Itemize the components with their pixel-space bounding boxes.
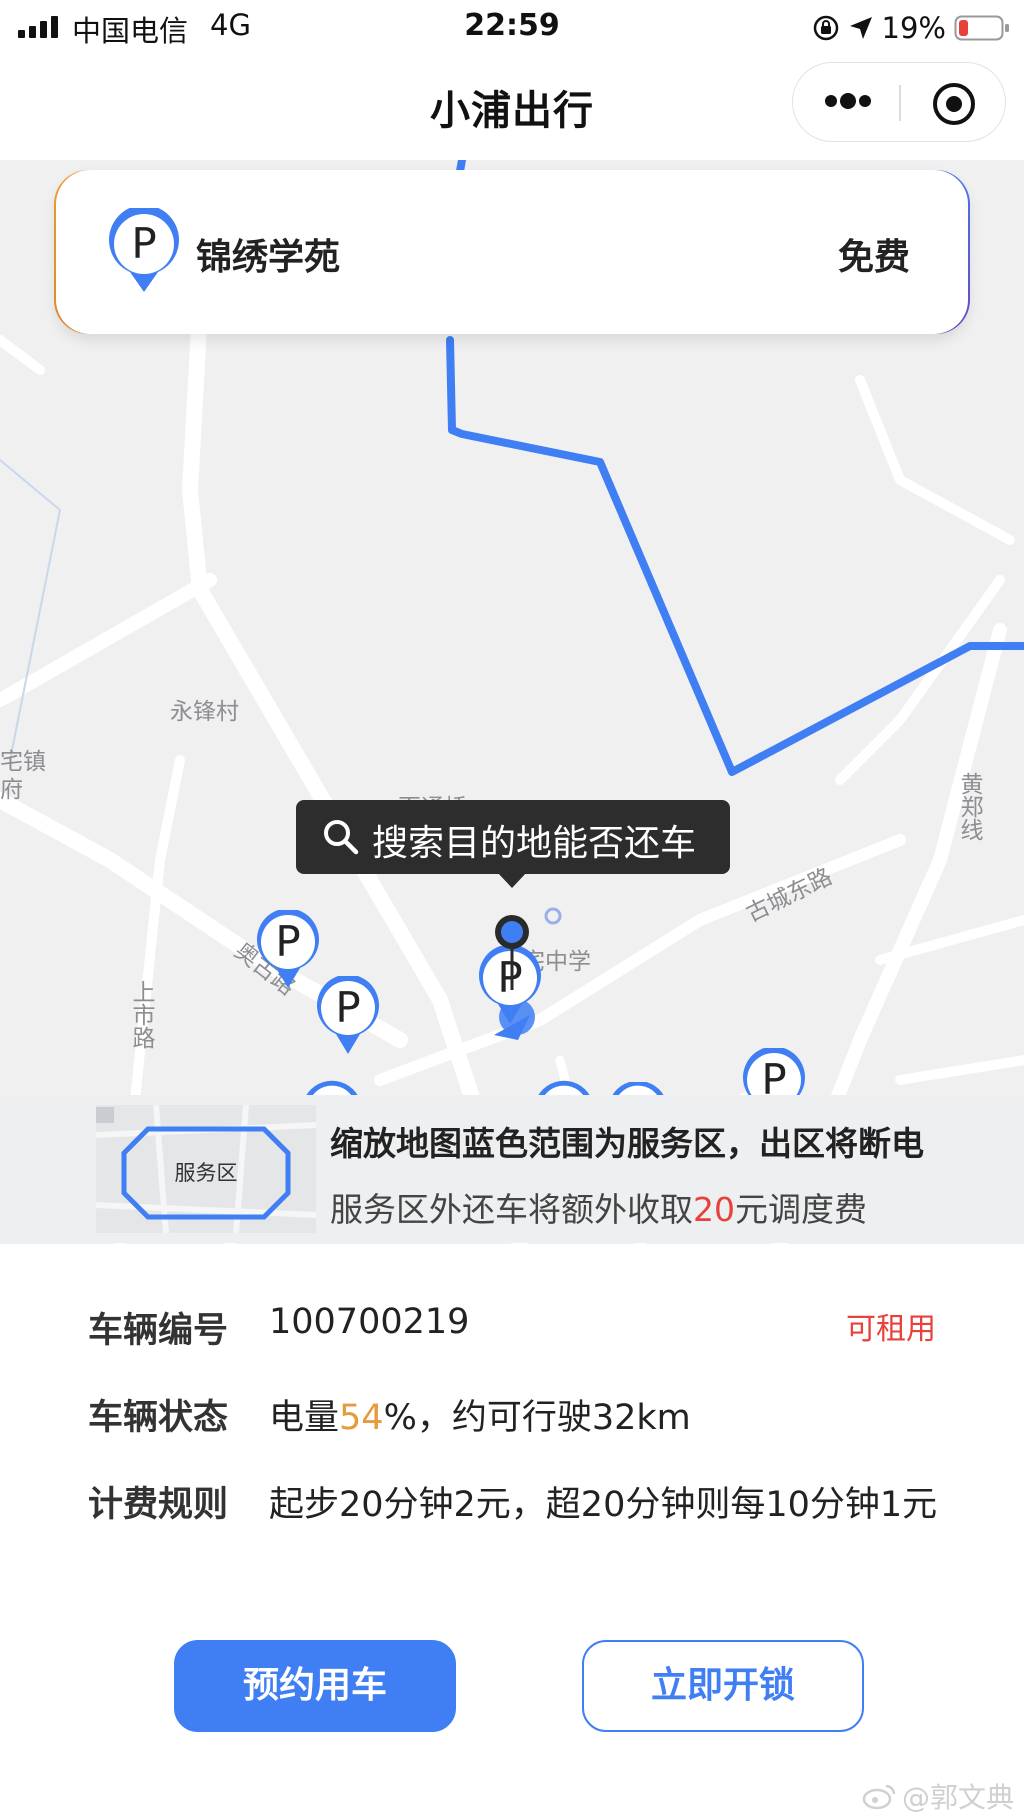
fee-notice-suffix: 元调度费 — [735, 1190, 867, 1229]
location-arrow-icon — [849, 17, 872, 39]
status-bar: 中国电信 4G 22:59 19% — [0, 0, 1024, 56]
unlock-button[interactable]: 立即开锁 — [582, 1640, 864, 1732]
pin-letter: P — [275, 917, 301, 966]
pricing-rules-value: 起步20分钟2元，超20分钟则每10分钟1元 — [269, 1485, 938, 1525]
tooltip-arrow — [497, 872, 527, 888]
battery-prefix: 电量 — [269, 1398, 340, 1438]
svg-text:P: P — [131, 219, 156, 268]
vehicle-status-value: 电量54%，约可行驶32km — [269, 1389, 691, 1440]
capsule-divider — [899, 85, 901, 121]
battery-low-icon — [954, 15, 1009, 41]
battery-level: 54 — [339, 1398, 384, 1438]
tooltip-label: 搜索目的地能否还车 — [372, 823, 697, 864]
range-text: %，约可行驶32km — [383, 1398, 691, 1438]
fee-amount: 20 — [693, 1190, 735, 1229]
map-view[interactable]: 永锋村 宅镇 府 百通桥 宅中学 古城东路 黄郑线 上市路 奥古路 搜索目的地能… — [0, 160, 1024, 1244]
nav-bar: 小浦出行 — [0, 56, 1024, 160]
vehicle-id-value: 100700219 — [269, 1302, 470, 1342]
service-area-notice: 缩放地图蓝色范围为服务区，出区将断电 — [330, 1124, 924, 1163]
parking-spot-name: 锦绣学苑 — [196, 237, 341, 278]
battery-percent: 19% — [881, 11, 946, 45]
pricing-rules-row: 计费规则 起步20分钟2元，超20分钟则每10分钟1元 — [88, 1476, 938, 1525]
pin-letter: P — [335, 983, 361, 1032]
parking-pin[interactable]: P — [256, 910, 320, 990]
search-icon — [324, 820, 359, 855]
vehicle-status-label: 车辆状态 — [88, 1398, 229, 1438]
user-location-marker — [495, 915, 529, 990]
map-label-village: 永锋村 — [170, 699, 239, 725]
map-label-shangshi-road: 上市路 — [128, 980, 154, 1049]
pricing-rules-label: 计费规则 — [88, 1485, 229, 1525]
out-of-area-fee-notice: 服务区外还车将额外收取20元调度费 — [330, 1183, 867, 1231]
vehicle-id-row: 车辆编号 100700219 可租用 — [88, 1302, 936, 1351]
parking-pin[interactable]: P — [316, 976, 380, 1056]
fee-notice-prefix: 服务区外还车将额外收取 — [330, 1190, 693, 1229]
reserve-button[interactable]: 预约用车 — [174, 1640, 456, 1732]
miniprogram-capsule — [792, 62, 1006, 142]
service-zone-label: 服务区 — [174, 1161, 238, 1185]
map-label-huangzheng: 黄郑线 — [956, 772, 982, 841]
watermark: @郭文典 — [862, 1776, 1014, 1816]
more-dots-icon[interactable] — [823, 91, 873, 111]
search-return-tooltip[interactable]: 搜索目的地能否还车 — [296, 800, 730, 874]
rotation-lock-icon — [813, 15, 838, 41]
parking-fee: 免费 — [837, 237, 910, 278]
availability-status: 可租用 — [846, 1312, 936, 1347]
service-area-banner: 服务区 缩放地图蓝色范围为服务区，出区将断电 服务区外还车将额外收取20元调度费 — [0, 1095, 1024, 1243]
weibo-logo-icon — [862, 1784, 896, 1810]
parking-pin-icon: P — [109, 208, 179, 292]
vehicle-id-label: 车辆编号 — [88, 1311, 229, 1351]
vehicle-status-row: 车辆状态 电量54%，约可行驶32km — [88, 1389, 936, 1440]
miniprogram-close-icon[interactable] — [931, 81, 977, 127]
parking-spot-card[interactable]: P 锦绣学苑 免费 — [56, 170, 968, 334]
watermark-text: @郭文典 — [901, 1781, 1014, 1814]
map-label-gov: 府 — [0, 777, 23, 803]
